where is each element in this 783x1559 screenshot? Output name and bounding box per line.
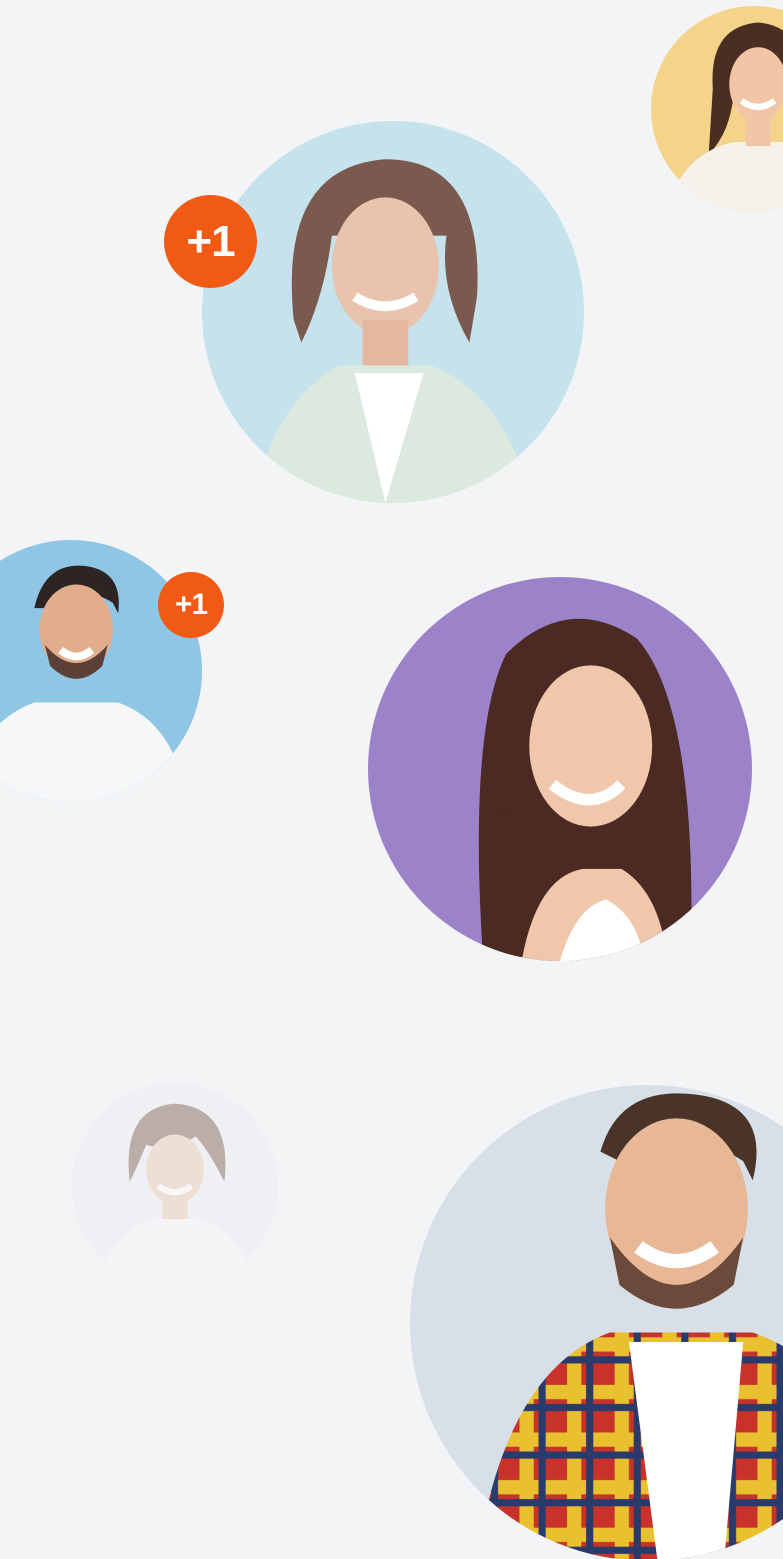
avatar-collage: +1 +1 — [0, 0, 783, 1559]
plus-one-badge: +1 — [164, 195, 257, 288]
plus-one-badge: +1 — [158, 572, 224, 638]
woman-yellow-avatar-icon — [651, 6, 783, 212]
older-woman-blue-avatar-icon — [202, 121, 584, 503]
woman-faded-avatar-icon — [72, 1083, 278, 1289]
man-plaid-avatar-icon — [410, 1085, 783, 1559]
woman-purple-avatar-icon — [368, 577, 752, 961]
